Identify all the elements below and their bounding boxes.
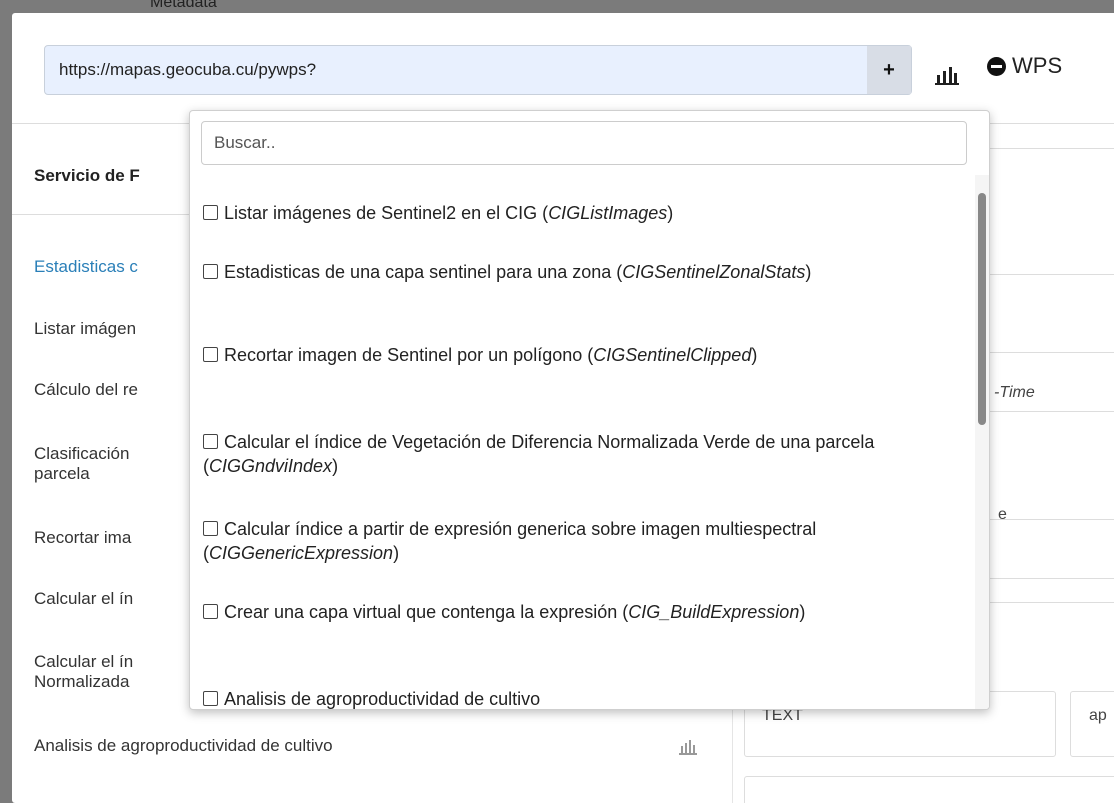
top-bar: https://mapas.geocuba.cu/pywps? + WPS	[12, 13, 1114, 124]
process-item[interactable]: Analisis de agroproductividad de cultivo	[34, 736, 634, 756]
select-fragment: ap	[1089, 707, 1107, 724]
dropdown-scrollbar[interactable]	[975, 175, 989, 709]
scrollbar-thumb[interactable]	[978, 193, 986, 425]
minus-circle-icon	[987, 56, 1006, 76]
process-option[interactable]: Listar imágenes de Sentinel2 en el CIG (…	[203, 201, 953, 225]
option-checkbox[interactable]	[203, 205, 218, 220]
process-option-list: Listar imágenes de Sentinel2 en el CIG (…	[190, 179, 975, 709]
add-service-button[interactable]: +	[867, 46, 911, 94]
bar-chart-icon[interactable]	[930, 61, 964, 87]
bar-chart-icon[interactable]	[678, 738, 698, 761]
field-fragment: e	[998, 506, 1007, 523]
option-checkbox[interactable]	[203, 691, 218, 706]
option-checkbox[interactable]	[203, 264, 218, 279]
process-dropdown: Listar imágenes de Sentinel2 en el CIG (…	[189, 110, 990, 710]
process-option[interactable]: Crear una capa virtual que contenga la e…	[203, 600, 953, 624]
option-checkbox[interactable]	[203, 434, 218, 449]
process-option[interactable]: Estadisticas de una capa sentinel para u…	[203, 260, 953, 284]
process-option[interactable]: Recortar imagen de Sentinel por un políg…	[203, 343, 953, 367]
form-field[interactable]	[744, 776, 1114, 803]
time-label: -Time	[994, 384, 1035, 401]
service-url-input[interactable]: https://mapas.geocuba.cu/pywps?	[45, 60, 867, 80]
wps-modal: https://mapas.geocuba.cu/pywps? + WPS Se…	[12, 13, 1114, 803]
search-input[interactable]	[201, 121, 967, 165]
service-url-field[interactable]: https://mapas.geocuba.cu/pywps? +	[44, 45, 912, 95]
wps-label: WPS	[1012, 53, 1063, 78]
wps-toggle[interactable]: WPS	[987, 53, 1062, 79]
process-option[interactable]: Analisis de agroproductividad de cultivo	[203, 687, 953, 709]
option-checkbox[interactable]	[203, 347, 218, 362]
background-text: Metadata	[150, 0, 217, 11]
service-title: Servicio de F	[34, 166, 140, 185]
process-option[interactable]: Calcular el índice de Vegetación de Dife…	[203, 430, 953, 478]
process-option[interactable]: Calcular índice a partir de expresión ge…	[203, 517, 953, 565]
option-checkbox[interactable]	[203, 604, 218, 619]
option-checkbox[interactable]	[203, 521, 218, 536]
